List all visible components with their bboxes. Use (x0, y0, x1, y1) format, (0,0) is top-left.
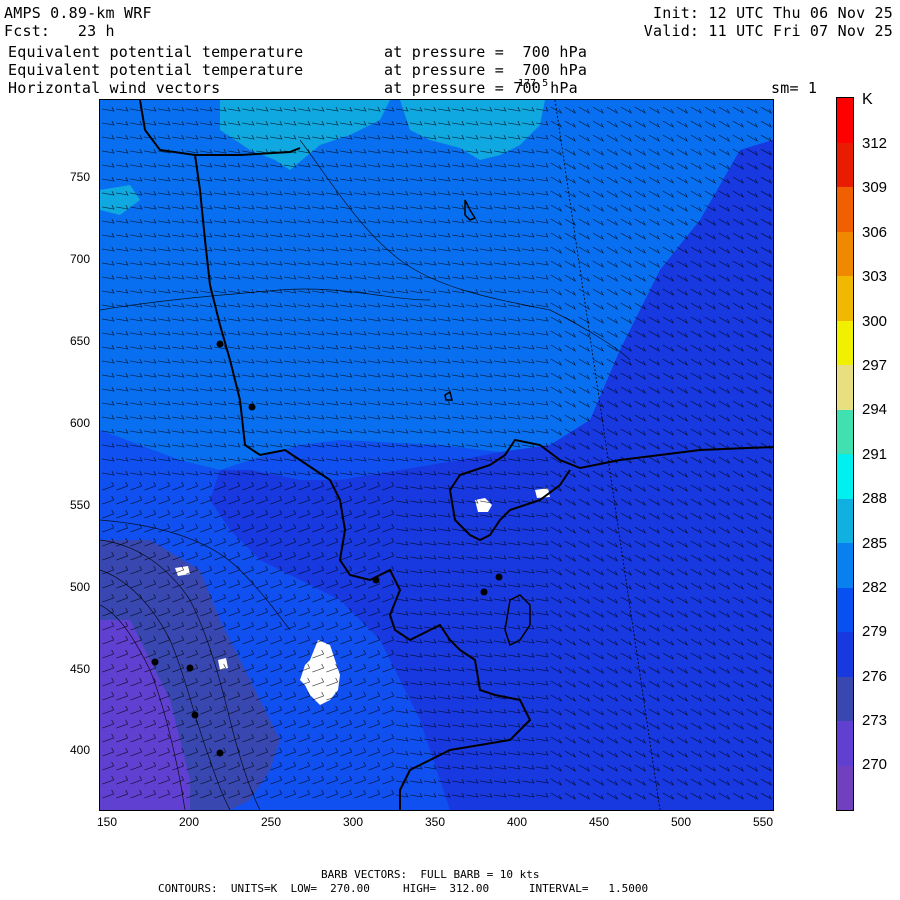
x-tick-label: 250 (261, 815, 282, 829)
colorbar-segment (837, 765, 853, 810)
colorbar-label: 273 (862, 712, 888, 729)
colorbar-label: 309 (862, 179, 888, 196)
colorbar-segment (837, 98, 853, 143)
colorbar-segment (837, 320, 853, 365)
x-tick-label: 200 (179, 815, 200, 829)
valid-time: Valid: 11 UTC Fri 07 Nov 25 (643, 22, 893, 40)
colorbar-label: 282 (862, 579, 888, 596)
x-tick-label: 400 (507, 815, 528, 829)
x-tick-label: 450 (589, 815, 610, 829)
station-marker (216, 749, 224, 757)
field3-name: Horizontal wind vectors (8, 79, 221, 97)
colorbar-segment (837, 498, 853, 543)
map-panel (99, 99, 774, 811)
colorbar-label: 288 (862, 490, 888, 507)
colorbar (836, 97, 854, 811)
field2-name: Equivalent potential temperature (8, 61, 304, 79)
x-tick-label: 550 (753, 815, 774, 829)
smoothing-label: sm= 1 (771, 79, 818, 97)
forecast-hour: Fcst: 23 h (4, 22, 115, 40)
colorbar-label: 279 (862, 623, 888, 640)
y-tick-label: 750 (70, 170, 91, 184)
x-tick-label: 150 (97, 815, 118, 829)
field3-level: at pressure = 700 hPa (384, 79, 578, 97)
field1-level: at pressure = 700 hPa (384, 43, 588, 61)
station-marker (186, 664, 194, 672)
x-tick-label: 500 (671, 815, 692, 829)
field2-level: at pressure = 700 hPa (384, 61, 588, 79)
y-tick-label: 450 (70, 662, 91, 676)
map-svg (100, 100, 773, 810)
colorbar-segment (837, 187, 853, 232)
colorbar-label: 294 (862, 401, 888, 418)
field1-name: Equivalent potential temperature (8, 43, 304, 61)
colorbar-segment (837, 721, 853, 766)
init-time: Init: 12 UTC Thu 06 Nov 25 (653, 4, 893, 22)
colorbar-segment (837, 409, 853, 454)
contour-legend: CONTOURS: UNITS=K LOW= 270.00 HIGH= 312.… (158, 882, 649, 895)
x-tick-label: 350 (425, 815, 446, 829)
colorbar-label: 285 (862, 535, 888, 552)
y-tick-label: 650 (70, 334, 91, 348)
colorbar-segment (837, 454, 853, 499)
y-tick-label: 550 (70, 498, 91, 512)
station-marker (216, 340, 224, 348)
colorbar-segment (837, 676, 853, 721)
colorbar-label: 300 (862, 313, 888, 330)
barb-legend: BARB VECTORS: FULL BARB = 10 kts (321, 868, 540, 881)
colorbar-unit: K (862, 91, 873, 108)
colorbar-segment (837, 276, 853, 321)
colorbar-label: 276 (862, 668, 888, 685)
model-title: AMPS 0.89-km WRF (4, 4, 152, 22)
colorbar-segment (837, 142, 853, 187)
station-marker (480, 588, 488, 596)
colorbar-label: 270 (862, 756, 888, 773)
colorbar-label: 297 (862, 357, 888, 374)
colorbar-label: 306 (862, 224, 888, 241)
colorbar-segment (837, 587, 853, 632)
y-tick-label: 600 (70, 416, 91, 430)
station-marker (495, 573, 503, 581)
colorbar-segment (837, 231, 853, 276)
field3-overlay-value: 177.5 (518, 78, 549, 89)
station-marker (248, 403, 256, 411)
colorbar-label: 291 (862, 446, 888, 463)
station-marker (151, 658, 159, 666)
station-marker (191, 711, 199, 719)
y-tick-label: 700 (70, 252, 91, 266)
colorbar-segment (837, 632, 853, 677)
colorbar-segment (837, 543, 853, 588)
colorbar-label: 312 (862, 135, 888, 152)
colorbar-segment (837, 365, 853, 410)
colorbar-label: 303 (862, 268, 888, 285)
y-tick-label: 400 (70, 743, 91, 757)
station-marker (372, 576, 380, 584)
y-tick-label: 500 (70, 580, 91, 594)
x-tick-label: 300 (343, 815, 364, 829)
